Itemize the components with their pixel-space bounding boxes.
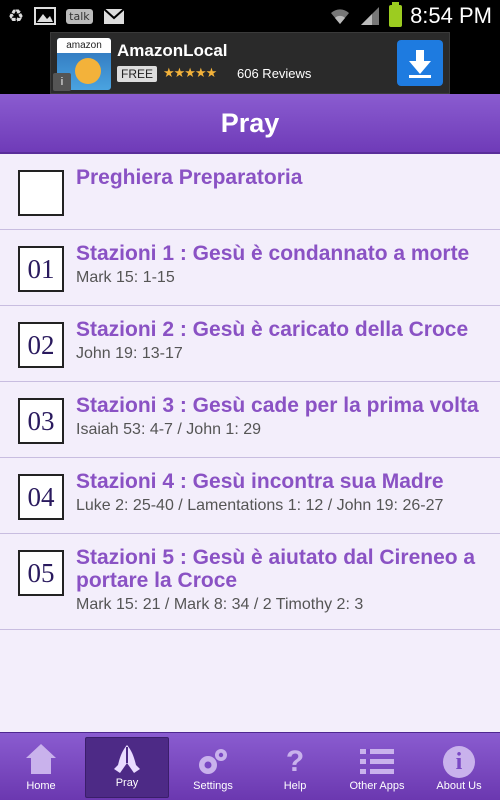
station-number-box (18, 170, 64, 216)
list-item-title: Stazioni 3 : Gesù cade per la prima volt… (76, 394, 479, 417)
bottom-tab-bar: Home Pray Settings ? Help Other Apps i A… (0, 732, 500, 800)
tab-about-us[interactable]: i About Us (418, 733, 500, 800)
list-item-title: Preghiera Preparatoria (76, 166, 303, 189)
tab-label: Settings (193, 780, 233, 792)
ad-title: AmazonLocal (117, 41, 228, 60)
list-item[interactable]: 03 Stazioni 3 : Gesù cade per la prima v… (0, 382, 500, 458)
stations-list[interactable]: Preghiera Preparatoria 01 Stazioni 1 : G… (0, 154, 500, 732)
home-icon (24, 744, 58, 776)
page-title: Pray (220, 107, 280, 138)
tab-home[interactable]: Home (0, 733, 82, 800)
tab-other-apps[interactable]: Other Apps (336, 733, 418, 800)
station-number-box: 04 (18, 474, 64, 520)
talk-icon: talk (66, 8, 93, 24)
list-item-title: Stazioni 5 : Gesù è aiutato dal Cireneo … (76, 546, 476, 592)
question-icon: ? (285, 745, 305, 778)
tab-label: Pray (115, 777, 139, 789)
tab-pray[interactable]: Pray (85, 737, 169, 798)
station-number-box: 03 (18, 398, 64, 444)
status-bar: ♻ talk 8:54 PM (0, 0, 500, 32)
clock: 8:54 PM (410, 3, 492, 28)
tab-label: Help (283, 780, 307, 792)
tab-label: Other Apps (349, 780, 405, 792)
ad-info-icon[interactable]: i (53, 73, 71, 91)
list-item-title: Stazioni 4 : Gesù incontra sua Madre (76, 470, 444, 493)
signal-icon (359, 6, 381, 26)
list-item[interactable]: 05 Stazioni 5 : Gesù è aiutato dal Ciren… (0, 534, 500, 630)
tab-help[interactable]: ? Help (254, 733, 336, 800)
list-item-reference: John 19: 13-17 (76, 345, 183, 362)
tab-label: Home (26, 780, 56, 792)
rating-stars-icon: ★★★★★ (163, 65, 217, 80)
list-item[interactable]: 01 Stazioni 1 : Gesù è condannato a mort… (0, 230, 500, 306)
list-icon (360, 746, 394, 776)
gears-icon (195, 746, 231, 780)
list-item-reference: Mark 15: 21 / Mark 8: 34 / 2 Timothy 2: … (76, 596, 364, 613)
download-button[interactable] (397, 40, 443, 86)
recycle-icon: ♻ (8, 5, 25, 26)
list-item-reference: Isaiah 53: 4-7 / John 1: 29 (76, 421, 262, 438)
logo-sun-icon (75, 58, 101, 84)
image-icon (34, 7, 57, 25)
list-item-reference: Luke 2: 25-40 / Lamentations 1: 12 / Joh… (76, 497, 444, 514)
ad-content[interactable]: amazon i AmazonLocal FREE ★★★★★ 606 Revi… (50, 32, 450, 94)
ad-banner[interactable]: amazon i AmazonLocal FREE ★★★★★ 606 Revi… (0, 32, 500, 94)
wifi-icon (329, 7, 351, 25)
info-icon: i (443, 746, 475, 778)
amazon-logo-text: amazon (57, 38, 111, 53)
tab-settings[interactable]: Settings (172, 733, 254, 800)
list-item-title: Stazioni 2 : Gesù è caricato della Croce (76, 318, 469, 341)
praying-hands-icon (110, 743, 144, 777)
gmail-icon (102, 7, 125, 25)
download-arrow-icon (409, 50, 431, 78)
station-number-box: 05 (18, 550, 64, 596)
station-number-box: 02 (18, 322, 64, 368)
ad-reviews: 606 Reviews (237, 66, 312, 81)
list-item-reference: Mark 15: 1-15 (76, 269, 175, 286)
tab-label: About Us (436, 780, 482, 792)
list-item[interactable]: 04 Stazioni 4 : Gesù incontra sua Madre … (0, 458, 500, 534)
list-item[interactable]: 02 Stazioni 2 : Gesù è caricato della Cr… (0, 306, 500, 382)
ad-free-badge: FREE (117, 66, 158, 82)
list-item-title: Stazioni 1 : Gesù è condannato a morte (76, 242, 470, 265)
station-number-box: 01 (18, 246, 64, 292)
title-bar: Pray (0, 94, 500, 154)
battery-icon (389, 2, 403, 27)
list-item[interactable]: Preghiera Preparatoria (0, 154, 500, 230)
